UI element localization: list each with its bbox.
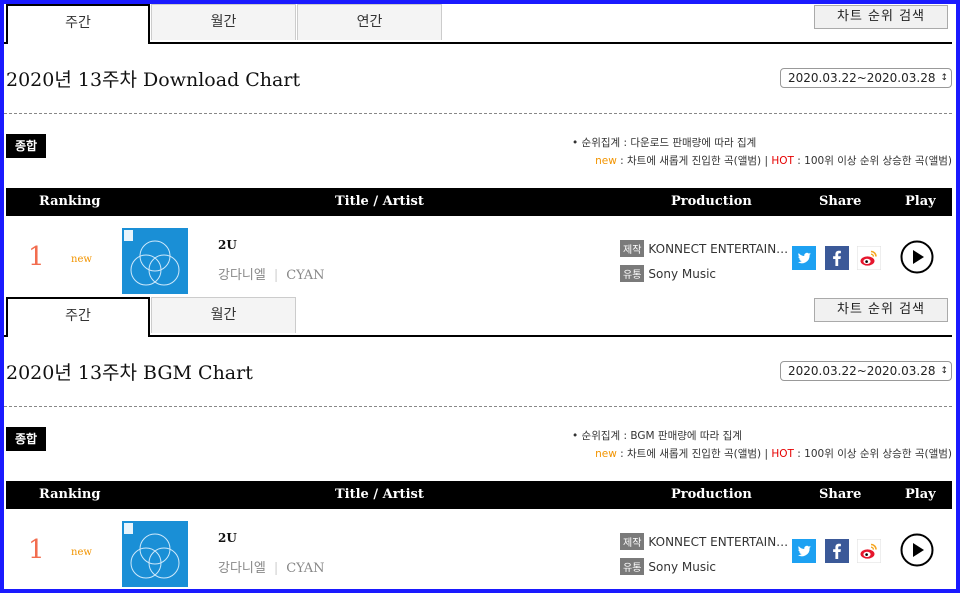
legend-note: new : 차트에 새롭게 진입한 곡(앨범) | HOT : 100위 이상 … [595, 448, 952, 460]
date-range-value: 2020.03.22~2020.03.28 [788, 364, 936, 378]
column-play: Play [905, 194, 936, 209]
bgm-chart-section: 주간 월간 차트 순위 검색 2020년 13주차 BGM Chart 2020… [4, 297, 956, 589]
twitter-icon[interactable] [792, 246, 816, 270]
divider [4, 113, 952, 114]
tab-weekly[interactable]: 주간 [6, 4, 150, 44]
artist-line: 강다니엘 | CYAN [218, 557, 325, 576]
distribution-company: 유통 Sony Music [620, 265, 716, 282]
category-badge: 종합 [6, 427, 46, 451]
updown-arrow-icon: ↕ [940, 366, 948, 376]
table-row: 1 new 2U 강다니엘 | CYAN 제작 KONNECT ENTERTAIN… … [6, 218, 952, 296]
weibo-icon[interactable] [857, 246, 881, 270]
play-icon[interactable] [900, 533, 934, 567]
weibo-icon[interactable] [857, 539, 881, 563]
date-range-value: 2020.03.22~2020.03.28 [788, 71, 936, 85]
distribution-label: 유통 [620, 558, 645, 575]
play-icon[interactable] [900, 240, 934, 274]
category-badge: 종합 [6, 134, 46, 158]
production-company: 제작 KONNECT ENTERTAIN… [620, 533, 788, 550]
page-title: 2020년 13주차 BGM Chart [6, 362, 253, 384]
column-title-artist: Title / Artist [335, 487, 424, 502]
date-range-select[interactable]: 2020.03.22~2020.03.28 ↕ [780, 361, 952, 381]
column-play: Play [905, 487, 936, 502]
date-range-select[interactable]: 2020.03.22~2020.03.28 ↕ [780, 68, 952, 88]
table-row: 1 new 2U 강다니엘 | CYAN 제작 KONNECT ENTERTAIN… … [6, 511, 952, 589]
column-production: Production [671, 487, 752, 502]
period-tabs: 주간 월간 연간 차트 순위 검색 [4, 4, 952, 44]
rank-number: 1 [28, 535, 45, 565]
tab-monthly[interactable]: 월간 [151, 297, 296, 333]
legend-note: new : 차트에 새롭게 진입한 곡(앨범) | HOT : 100위 이상 … [595, 155, 952, 167]
artist-link[interactable]: 강다니엘 [218, 268, 266, 283]
column-ranking: Ranking [39, 194, 101, 209]
twitter-icon[interactable] [792, 539, 816, 563]
production-label: 제작 [620, 240, 645, 257]
song-title[interactable]: 2U [218, 238, 237, 252]
table-header: Ranking Title / Artist Production Share … [6, 481, 952, 509]
aggregation-note: • 순위집계 : 다운로드 판매량에 따라 집계 [572, 137, 757, 149]
column-ranking: Ranking [39, 487, 101, 502]
album-cover[interactable] [122, 228, 188, 294]
facebook-icon[interactable] [825, 246, 849, 270]
production-label: 제작 [620, 533, 645, 550]
tab-weekly[interactable]: 주간 [6, 297, 150, 337]
artist-separator: | [273, 268, 279, 283]
production-company: 제작 KONNECT ENTERTAIN… [620, 240, 788, 257]
artist-link[interactable]: CYAN [286, 268, 324, 283]
updown-arrow-icon: ↕ [940, 73, 948, 83]
rank-number: 1 [28, 242, 45, 272]
album-cover[interactable] [122, 521, 188, 587]
divider [4, 406, 952, 407]
tab-yearly[interactable]: 연간 [297, 4, 442, 40]
chart-search-button[interactable]: 차트 순위 검색 [814, 298, 948, 322]
column-production: Production [671, 194, 752, 209]
period-tabs: 주간 월간 차트 순위 검색 [4, 297, 952, 337]
download-chart-section: 주간 월간 연간 차트 순위 검색 2020년 13주차 Download Ch… [4, 4, 956, 296]
song-title[interactable]: 2U [218, 531, 237, 545]
tab-monthly[interactable]: 월간 [151, 4, 296, 40]
column-title-artist: Title / Artist [335, 194, 424, 209]
column-share: Share [819, 194, 862, 209]
new-tag: new [71, 547, 92, 558]
aggregation-note: • 순위집계 : BGM 판매량에 따라 집계 [572, 430, 742, 442]
column-share: Share [819, 487, 862, 502]
artist-link[interactable]: 강다니엘 [218, 561, 266, 576]
chart-search-button[interactable]: 차트 순위 검색 [814, 5, 948, 29]
table-header: Ranking Title / Artist Production Share … [6, 188, 952, 216]
distribution-company: 유통 Sony Music [620, 558, 716, 575]
page-title: 2020년 13주차 Download Chart [6, 69, 301, 91]
artist-line: 강다니엘 | CYAN [218, 264, 325, 283]
distribution-label: 유통 [620, 265, 645, 282]
facebook-icon[interactable] [825, 539, 849, 563]
new-tag: new [71, 254, 92, 265]
artist-link[interactable]: CYAN [286, 561, 324, 576]
artist-separator: | [273, 561, 279, 576]
